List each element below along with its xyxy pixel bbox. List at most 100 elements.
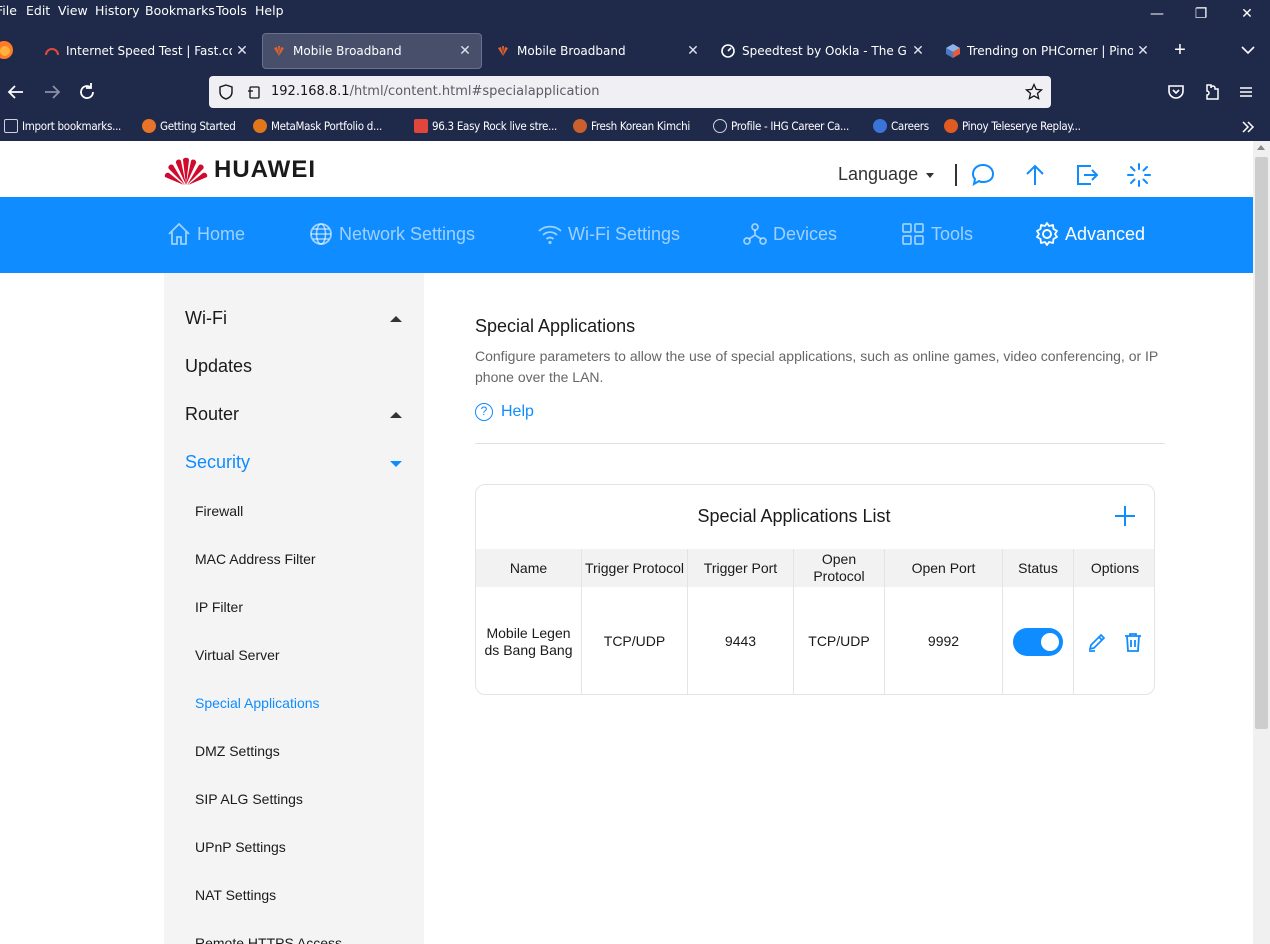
nav-advanced[interactable]: Advanced xyxy=(1034,221,1145,247)
nav-label: Tools xyxy=(931,223,974,244)
sidebar-item-dmz-settings[interactable]: DMZ Settings xyxy=(195,743,280,759)
url-bar[interactable]: 192.168.8.1/html/content.html#specialapp… xyxy=(209,76,1051,108)
extensions-icon[interactable] xyxy=(1199,80,1223,104)
caret-up-icon[interactable] xyxy=(390,316,402,322)
sidebar-item-upnp-settings[interactable]: UPnP Settings xyxy=(195,839,286,855)
loading-spinner-icon[interactable] xyxy=(1126,162,1152,188)
nav-tools[interactable]: Tools xyxy=(900,221,973,247)
sidebar-item-sip-alg-settings[interactable]: SIP ALG Settings xyxy=(195,791,303,807)
bookmark-careers[interactable]: Careers xyxy=(873,119,929,133)
tab-label: Mobile Broadband xyxy=(517,44,626,58)
nav-wifi-settings[interactable]: Wi-Fi Settings xyxy=(537,221,680,247)
tab-phcorner[interactable]: Trending on PHCorner | Pinoy In ✕ xyxy=(937,33,1159,69)
nav-home[interactable]: Home xyxy=(166,221,245,247)
menu-tools[interactable]: Tools xyxy=(216,3,247,18)
pocket-icon[interactable] xyxy=(1164,80,1188,104)
sidebar-item-nat-settings[interactable]: NAT Settings xyxy=(195,887,276,903)
sidebar-group-wifi[interactable]: Wi-Fi xyxy=(185,308,227,329)
tab-mobile-broadband-active[interactable]: Mobile Broadband ✕ xyxy=(262,33,482,69)
sidebar-item-mac-address-filter[interactable]: MAC Address Filter xyxy=(195,551,316,567)
bookmark-easy-rock[interactable]: 96.3 Easy Rock live stre... xyxy=(414,119,557,133)
tab-label: Trending on PHCorner | Pinoy In xyxy=(967,44,1133,58)
scroll-up-arrow-icon[interactable] xyxy=(1257,145,1265,150)
hamburger-menu-icon[interactable] xyxy=(1234,80,1258,104)
close-window-button[interactable]: ✕ xyxy=(1224,0,1270,28)
close-tab-icon[interactable]: ✕ xyxy=(1133,43,1153,59)
special-applications-list: Special Applications List Name Trigger P… xyxy=(475,484,1155,695)
caret-down-icon[interactable] xyxy=(390,461,402,467)
tab-mobile-broadband[interactable]: Mobile Broadband ✕ xyxy=(487,33,709,69)
sidebar-group-router[interactable]: Router xyxy=(185,404,239,425)
column-header-open-protocol: Open Protocol xyxy=(794,549,885,587)
chevron-down-icon[interactable] xyxy=(1238,40,1258,60)
add-icon[interactable] xyxy=(1112,503,1138,529)
language-dropdown[interactable]: Language xyxy=(838,164,935,185)
bookmark-getting-started[interactable]: Getting Started xyxy=(142,119,236,133)
speedometer-icon xyxy=(45,48,59,56)
page-info-icon[interactable] xyxy=(245,83,263,101)
back-arrow-icon[interactable] xyxy=(4,80,28,104)
menu-file[interactable]: File xyxy=(0,3,17,18)
menu-edit[interactable]: Edit xyxy=(26,3,50,18)
sidebar: Wi-Fi Updates Router Security Firewall M… xyxy=(164,273,424,944)
minimize-button[interactable]: — xyxy=(1134,0,1180,28)
scrollbar-thumb[interactable] xyxy=(1255,157,1268,729)
nav-network-settings[interactable]: Network Settings xyxy=(308,221,475,247)
tab-speedtest[interactable]: Speedtest by Ookla - The Global ✕ xyxy=(712,33,934,69)
bookmark-label: Careers xyxy=(891,119,929,133)
teleserye-icon xyxy=(944,119,958,133)
nav-devices[interactable]: Devices xyxy=(742,221,837,247)
column-header-status: Status xyxy=(1003,549,1074,587)
edit-pencil-icon[interactable] xyxy=(1086,631,1108,653)
caret-up-icon[interactable] xyxy=(390,412,402,418)
huawei-logo[interactable]: HUAWEI xyxy=(164,154,316,186)
menu-view[interactable]: View xyxy=(58,3,88,18)
page-scrollbar[interactable] xyxy=(1253,141,1270,944)
nav-label: Home xyxy=(197,223,246,244)
bookmark-pinoy-teleserye[interactable]: Pinoy Teleserye Replay... xyxy=(944,119,1081,133)
sidebar-item-remote-https-access[interactable]: Remote HTTPS Access xyxy=(195,935,342,944)
close-tab-icon[interactable]: ✕ xyxy=(232,43,252,59)
sidebar-item-firewall[interactable]: Firewall xyxy=(195,503,243,519)
bookmark-kimchi[interactable]: Fresh Korean Kimchi xyxy=(573,119,690,133)
url-text[interactable]: 192.168.8.1/html/content.html#specialapp… xyxy=(271,84,599,99)
help-link[interactable]: ? Help xyxy=(475,403,534,421)
status-toggle[interactable] xyxy=(1013,627,1063,656)
shield-icon[interactable] xyxy=(217,83,235,101)
chevron-double-right-icon[interactable] xyxy=(1240,119,1256,135)
message-icon[interactable] xyxy=(970,162,996,188)
menu-bookmarks[interactable]: Bookmarks xyxy=(145,3,215,18)
list-title: Special Applications List xyxy=(697,506,891,526)
sidebar-group-security[interactable]: Security xyxy=(185,452,250,473)
wifi-icon xyxy=(538,225,562,245)
sidebar-item-virtual-server[interactable]: Virtual Server xyxy=(195,647,280,663)
tab-fast-com[interactable]: Internet Speed Test | Fast.com ✕ xyxy=(36,33,258,69)
menu-help[interactable]: Help xyxy=(255,3,284,18)
bookmark-label: Pinoy Teleserye Replay... xyxy=(962,119,1081,133)
sidebar-item-special-applications[interactable]: Special Applications xyxy=(195,695,320,711)
bookmark-import[interactable]: Import bookmarks... xyxy=(4,119,121,133)
forward-arrow-icon[interactable] xyxy=(40,80,64,104)
firefox-icon[interactable] xyxy=(0,40,14,60)
sidebar-group-updates[interactable]: Updates xyxy=(185,356,252,377)
update-arrow-icon[interactable] xyxy=(1022,162,1048,188)
cell-name: Mobile Legends Bang Bang xyxy=(476,587,582,694)
reload-icon[interactable] xyxy=(75,80,99,104)
restore-button[interactable]: ❐ xyxy=(1178,0,1224,28)
menu-history[interactable]: History xyxy=(95,3,139,18)
column-header-options: Options xyxy=(1090,559,1140,576)
new-tab-button[interactable]: + xyxy=(1168,38,1192,62)
router-header: HUAWEI Language xyxy=(0,141,1253,197)
metamask-icon xyxy=(253,119,267,133)
trash-icon[interactable] xyxy=(1122,631,1144,653)
logout-icon[interactable] xyxy=(1074,162,1100,188)
close-tab-icon[interactable]: ✕ xyxy=(908,43,928,59)
bookmark-ihg[interactable]: Profile - IHG Career Ca... xyxy=(713,119,849,133)
close-tab-icon[interactable]: ✕ xyxy=(455,43,475,59)
star-icon[interactable] xyxy=(1025,83,1043,101)
close-tab-icon[interactable]: ✕ xyxy=(683,43,703,59)
nav-label: Wi-Fi Settings xyxy=(568,223,681,244)
sidebar-item-ip-filter[interactable]: IP Filter xyxy=(195,599,243,615)
bookmark-label: 96.3 Easy Rock live stre... xyxy=(432,119,558,133)
bookmark-metamask[interactable]: MetaMask Portfolio d... xyxy=(253,119,382,133)
